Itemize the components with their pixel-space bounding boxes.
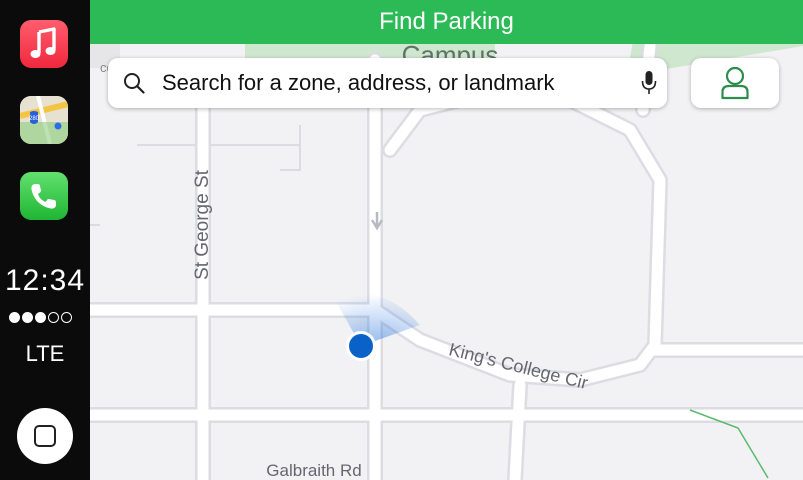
- microphone-icon[interactable]: [641, 70, 657, 96]
- map-label-galbraith-rd: Galbraith Rd: [266, 461, 361, 480]
- user-profile-icon: [721, 66, 749, 100]
- profile-button[interactable]: [691, 58, 779, 108]
- current-location-dot: [349, 334, 373, 358]
- route-shield-label: 280: [29, 116, 40, 122]
- home-button[interactable]: [17, 408, 73, 464]
- signal-strength-indicator: [9, 312, 72, 323]
- status-clock: 12:34: [4, 264, 86, 297]
- maps-app-icon[interactable]: 280: [20, 96, 68, 144]
- signal-dot-empty: [48, 312, 59, 323]
- parking-app: coo Campus St George St King's College C…: [90, 0, 803, 480]
- signal-dot-empty: [61, 312, 72, 323]
- signal-dot-filled: [9, 312, 20, 323]
- search-input[interactable]: Search for a zone, address, or landmark: [162, 70, 555, 96]
- signal-dot-filled: [22, 312, 33, 323]
- map-label-st-george-st: St George St: [192, 169, 213, 280]
- search-icon: [124, 73, 145, 94]
- home-square-icon: [34, 425, 56, 447]
- network-type-label: LTE: [25, 341, 65, 366]
- search-bar[interactable]: Search for a zone, address, or landmark: [108, 58, 667, 108]
- music-app-icon[interactable]: [20, 20, 68, 68]
- page-title: Find Parking: [90, 0, 803, 44]
- carplay-dock: 280 12:34 LTE: [0, 0, 90, 480]
- phone-app-icon[interactable]: [20, 172, 68, 220]
- signal-dot-filled: [35, 312, 46, 323]
